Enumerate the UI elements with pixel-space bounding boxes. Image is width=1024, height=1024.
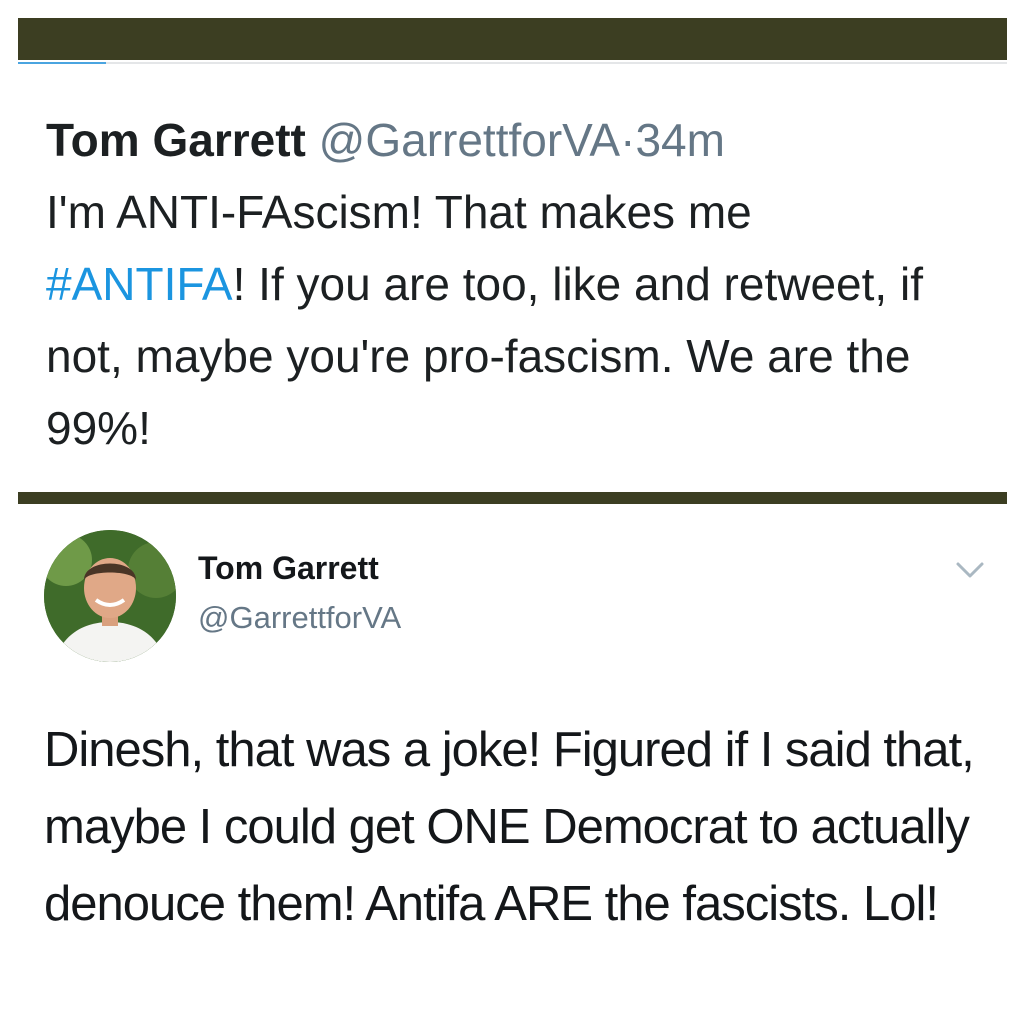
avatar-image (44, 530, 176, 662)
author-name[interactable]: Tom Garrett (198, 550, 379, 587)
author-handle[interactable]: @GarrettforVA (198, 600, 401, 636)
quoted-tweet[interactable]: Tom Garrett @GarrettforVA·34m I'm ANTI-F… (46, 104, 996, 464)
divider (18, 492, 1007, 504)
quoted-tweet-text: I'm ANTI-FAscism! That makes me #ANTIFA! … (46, 176, 996, 464)
quoted-author-name[interactable]: Tom Garrett (46, 114, 306, 166)
quoted-timestamp[interactable]: 34m (635, 114, 724, 166)
quoted-author-handle[interactable]: @GarrettforVA (319, 114, 620, 166)
top-bar (18, 18, 1007, 60)
tab-underline (18, 62, 1007, 64)
quoted-text-part1: I'm ANTI-FAscism! That makes me (46, 186, 752, 238)
active-tab-indicator (18, 62, 106, 64)
chevron-down-icon[interactable] (952, 556, 988, 584)
tweet-text: Dinesh, that was a joke! Figured if I sa… (44, 723, 975, 931)
hashtag-link[interactable]: #ANTIFA (46, 258, 233, 310)
quoted-separator: · (620, 114, 636, 166)
quoted-tweet-header: Tom Garrett @GarrettforVA·34m (46, 104, 996, 176)
avatar[interactable] (44, 530, 176, 662)
